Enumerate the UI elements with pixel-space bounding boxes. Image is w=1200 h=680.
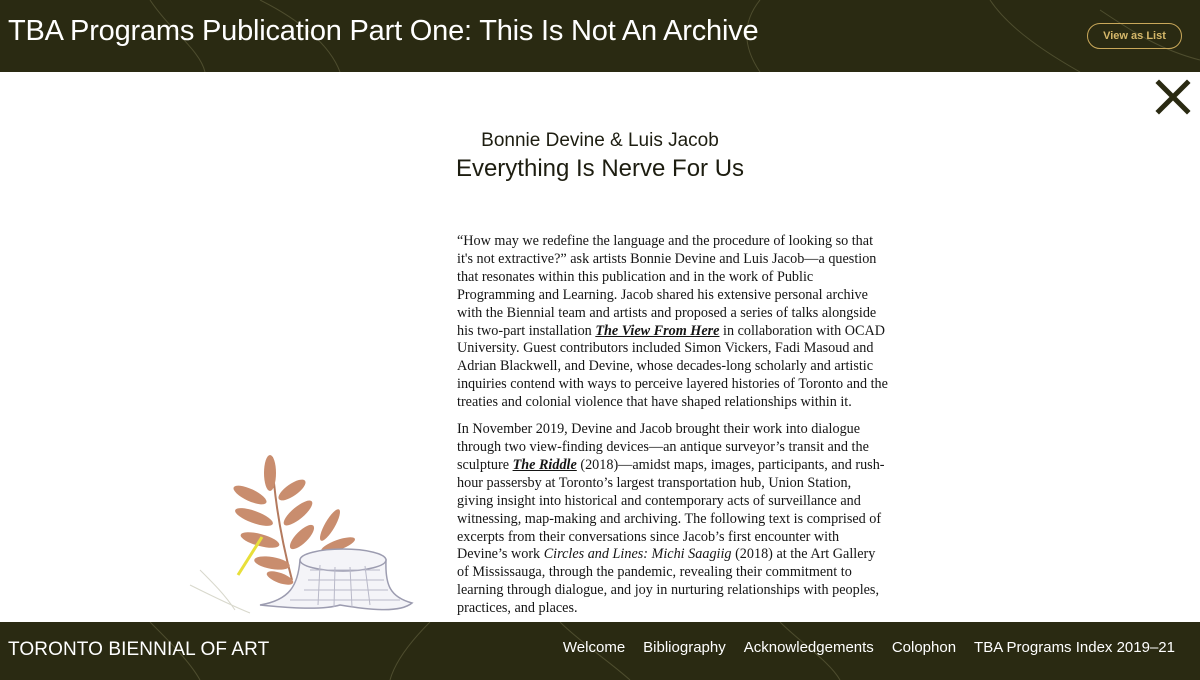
view-as-list-button[interactable]: View as List	[1087, 23, 1182, 49]
nav-acknowledgements[interactable]: Acknowledgements	[744, 639, 874, 656]
close-button[interactable]	[1155, 79, 1191, 115]
paragraph-1: “How may we redefine the language and th…	[457, 233, 889, 412]
nav-colophon[interactable]: Colophon	[892, 639, 956, 656]
work-title-italic: Circles and Lines: Michi Saagiig	[543, 546, 732, 563]
nav-welcome[interactable]: Welcome	[563, 639, 625, 656]
paragraph-2: In November 2019, Devine and Jacob broug…	[457, 421, 889, 618]
publication-title: TBA Programs Publication Part One: This …	[8, 15, 759, 47]
leaf-stump-illustration	[180, 445, 425, 625]
nav-bibliography[interactable]: Bibliography	[643, 639, 726, 656]
close-icon	[1155, 79, 1191, 115]
nav-programs-index[interactable]: TBA Programs Index 2019–21	[974, 639, 1175, 656]
article-title: Everything Is Nerve For Us	[455, 155, 745, 182]
header-bar: TBA Programs Publication Part One: This …	[0, 0, 1200, 72]
article-authors: Bonnie Devine & Luis Jacob	[481, 130, 719, 151]
footer-nav: Welcome Bibliography Acknowledgements Co…	[563, 639, 1175, 656]
toronto-biennial-logo[interactable]: TORONTO BIENNIAL OF ART	[8, 639, 269, 661]
footer-bar: TORONTO BIENNIAL OF ART Welcome Bibliogr…	[0, 622, 1200, 680]
article-body: “How may we redefine the language and th…	[457, 233, 889, 627]
link-the-riddle[interactable]: The Riddle	[513, 457, 577, 473]
link-the-view-from-here[interactable]: The View From Here	[595, 323, 719, 339]
